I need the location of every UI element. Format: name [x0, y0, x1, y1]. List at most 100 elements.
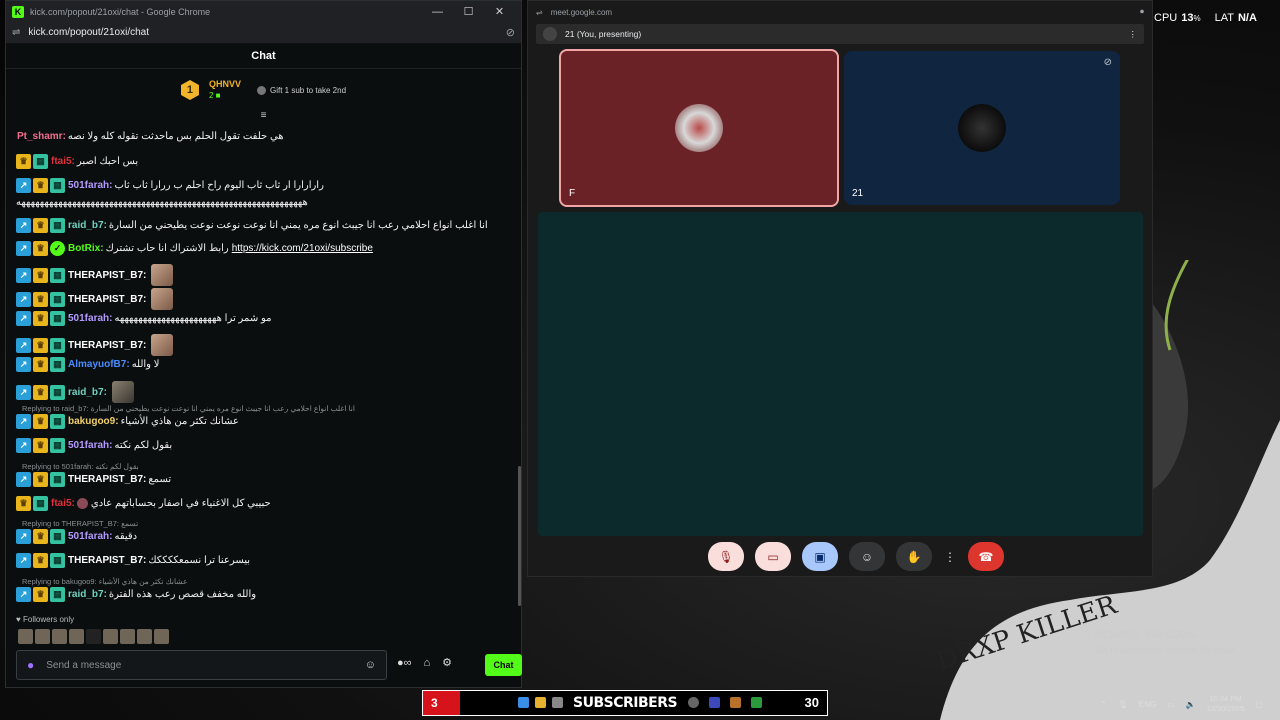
- subscribe-link[interactable]: https://kick.com/21oxi/subscribe: [232, 243, 373, 254]
- participant-tile-f[interactable]: F: [559, 49, 839, 207]
- settings-gear-icon[interactable]: ⚙: [442, 656, 452, 669]
- chat-username[interactable]: raid_b7:: [68, 387, 107, 398]
- chat-username[interactable]: 501farah:: [68, 531, 112, 542]
- chat-message[interactable]: ♛ ▦ ftai5: حبيبي كل الاغنياء في اصفار بحساب…: [16, 496, 271, 511]
- chat-username[interactable]: AlmayuofB7:: [68, 359, 130, 370]
- chat-message[interactable]: ↗ ♛ ▦ AlmayuofB7: لا والله: [16, 357, 160, 372]
- microphone-icon[interactable]: ●: [27, 658, 34, 672]
- chat-message[interactable]: ↗ ♛ ✓ BotRix: رابط الاشتراك انا حاب تشترك htt…: [16, 241, 373, 256]
- site-info-icon[interactable]: ⇌: [536, 8, 543, 17]
- address-bar[interactable]: ⇌ kick.com/popout/21oxi/chat ⊘: [6, 22, 521, 44]
- app-icon[interactable]: [552, 697, 563, 708]
- camera-off-button[interactable]: ▭: [755, 542, 791, 571]
- chat-message[interactable]: ↗ ♛ ▦ THERAPIST_B7:: [16, 288, 174, 310]
- notification-icon[interactable]: ▢: [1255, 700, 1263, 709]
- chat-username[interactable]: bakugoo9:: [68, 416, 119, 427]
- chat-message[interactable]: ↗ ♛ ▦ raid_b7: والله مخفف قصص رعب هذه الفترة: [16, 587, 256, 602]
- meet-control-bar: 🎙 ▭ ▣ ☺ ✋ ⋮ ☎: [708, 542, 1004, 571]
- clock[interactable]: 10:34 PM 12/30/2025: [1207, 694, 1245, 714]
- windows-start-icon[interactable]: [518, 697, 529, 708]
- reply-context[interactable]: Replying to bakugoo9: عشانك تكثر من هاذي…: [22, 577, 187, 586]
- reply-context[interactable]: Replying to raid_b7: انا اغلب انواع احلا…: [22, 404, 355, 413]
- chat-username[interactable]: THERAPIST_B7:: [68, 474, 146, 485]
- chat-message[interactable]: ↗ ♛ ▦ THERAPIST_B7:: [16, 264, 174, 286]
- avatar[interactable]: [52, 629, 67, 644]
- app-icon[interactable]: [730, 697, 741, 708]
- chat-username[interactable]: THERAPIST_B7:: [68, 270, 146, 281]
- chat-message[interactable]: ♛ ▦ ftai5: بس احبك اصبر: [16, 154, 138, 169]
- kicks-icon[interactable]: ●∞: [397, 657, 412, 669]
- avatar[interactable]: [35, 629, 50, 644]
- pinned-toggle-icon[interactable]: ≡: [6, 111, 521, 123]
- chat-username[interactable]: 501farah:: [68, 180, 112, 191]
- chat-username[interactable]: THERAPIST_B7:: [68, 340, 146, 351]
- language-indicator[interactable]: ENG: [1139, 700, 1156, 709]
- chat-username[interactable]: raid_b7:: [68, 220, 107, 231]
- chat-input[interactable]: ● Send a message ☺: [16, 650, 387, 680]
- xbox-icon[interactable]: [751, 697, 762, 708]
- chat-message[interactable]: ↗ ♛ ▦ 501farah: رارارارا ار ثاب ثاب اليوم را…: [16, 178, 324, 193]
- site-info-icon[interactable]: ⇌: [12, 27, 20, 38]
- file-explorer-icon[interactable]: [535, 697, 546, 708]
- gift-leaderboard[interactable]: 1 QHNVV 2 ■ Gift 1 sub to take 2nd: [6, 69, 521, 111]
- chat-message[interactable]: Pt_shamr: هي حلفت تقول الحلم بس ماحدثت تق…: [16, 131, 284, 142]
- eye-slash-icon[interactable]: ⊘: [506, 26, 515, 39]
- chat-message[interactable]: ↗ ♛ ▦ THERAPIST_B7: بيسرعنا ترا نسمعككككك: [16, 553, 250, 568]
- chat-username[interactable]: 501farah:: [68, 440, 112, 451]
- maximize-button[interactable]: ☐: [453, 5, 484, 18]
- chat-username[interactable]: raid_b7:: [68, 589, 107, 600]
- more-options-icon[interactable]: ⋮: [1129, 29, 1138, 40]
- network-icon[interactable]: ▭: [1167, 700, 1175, 709]
- store-icon[interactable]: ⌂: [424, 657, 431, 669]
- reply-context[interactable]: Replying to 501farah: بقول لكم نكته: [22, 462, 139, 471]
- message-placeholder[interactable]: Send a message: [46, 660, 353, 671]
- send-chat-button[interactable]: Chat: [485, 654, 522, 676]
- gift-prompt[interactable]: Gift 1 sub to take 2nd: [256, 85, 346, 95]
- chat-username[interactable]: ftai5:: [51, 156, 75, 167]
- chat-username[interactable]: THERAPIST_B7:: [68, 294, 146, 305]
- raise-hand-button[interactable]: ✋: [896, 542, 932, 571]
- chat-message-text: والله مخفف قصص رعب هذه الفترة: [108, 589, 257, 600]
- emoji-reaction-button[interactable]: ☺: [849, 542, 885, 571]
- chat-message[interactable]: ↗ ♛ ▦ raid_b7: انا اغلب انواع احلامي رعب انا…: [16, 218, 488, 233]
- chat-username[interactable]: 501farah:: [68, 313, 112, 324]
- chat-message[interactable]: ↗ ♛ ▦ 501farah: دقيقه: [16, 529, 137, 544]
- chat-message[interactable]: ↗ ♛ ▦ THERAPIST_B7:: [16, 334, 174, 356]
- chat-message[interactable]: هههههههههههههههههههههههههههههههههههههههه…: [16, 197, 308, 208]
- mic-off-button[interactable]: 🎙: [708, 542, 744, 571]
- emoji-icon[interactable]: ☺: [365, 659, 376, 671]
- chat-message[interactable]: ↗ ♛ ▦ 501farah: مو شمر ترا ههههههههههههههههه…: [16, 311, 272, 326]
- leave-call-button[interactable]: ☎: [968, 542, 1004, 571]
- chevron-up-icon[interactable]: ⌃: [1100, 700, 1107, 709]
- meet-titlebar[interactable]: ⇌ meet.google.com ⏺: [528, 1, 1152, 23]
- avatar[interactable]: [120, 629, 135, 644]
- participant-name: F: [569, 188, 576, 199]
- minimize-button[interactable]: —: [422, 6, 453, 18]
- chat-message[interactable]: ↗ ♛ ▦ raid_b7:: [16, 381, 134, 403]
- avatar[interactable]: [137, 629, 152, 644]
- close-button[interactable]: ✕: [484, 5, 515, 18]
- chat-username[interactable]: BotRix:: [68, 243, 104, 254]
- participant-tile-21[interactable]: ⊘ 21: [844, 51, 1120, 205]
- mic-icon[interactable]: 🎙: [1118, 700, 1128, 709]
- app-icon[interactable]: [709, 697, 720, 708]
- reply-context[interactable]: Replying to THERAPIST_B7: تسمع: [22, 519, 138, 528]
- avatar[interactable]: [18, 629, 33, 644]
- chat-message[interactable]: ↗ ♛ ▦ THERAPIST_B7: تسمع: [16, 472, 171, 487]
- chat-username[interactable]: Pt_shamr:: [17, 131, 66, 142]
- chat-username[interactable]: THERAPIST_B7:: [68, 555, 146, 566]
- avatar[interactable]: [103, 629, 118, 644]
- chat-scrollbar[interactable]: [518, 466, 521, 606]
- chat-message[interactable]: ↗ ♛ ▦ 501farah: بقول لكم نكته: [16, 438, 172, 453]
- volume-icon[interactable]: 🔈: [1186, 700, 1196, 709]
- avatar[interactable]: [69, 629, 84, 644]
- present-screen-button[interactable]: ▣: [802, 542, 838, 571]
- avatar[interactable]: [154, 629, 169, 644]
- url-text[interactable]: kick.com/popout/21oxi/chat: [28, 27, 505, 38]
- chat-message[interactable]: ↗ ♛ ▦ bakugoo9: عشانك تكثر من هاذي الأشياء: [16, 414, 239, 429]
- avatar[interactable]: [86, 629, 101, 644]
- chat-username[interactable]: ftai5:: [51, 498, 75, 509]
- more-options-button[interactable]: ⋮: [943, 542, 957, 571]
- app-icon[interactable]: [688, 697, 699, 708]
- window-titlebar[interactable]: K kick.com/popout/21oxi/chat - Google Ch…: [6, 1, 521, 22]
